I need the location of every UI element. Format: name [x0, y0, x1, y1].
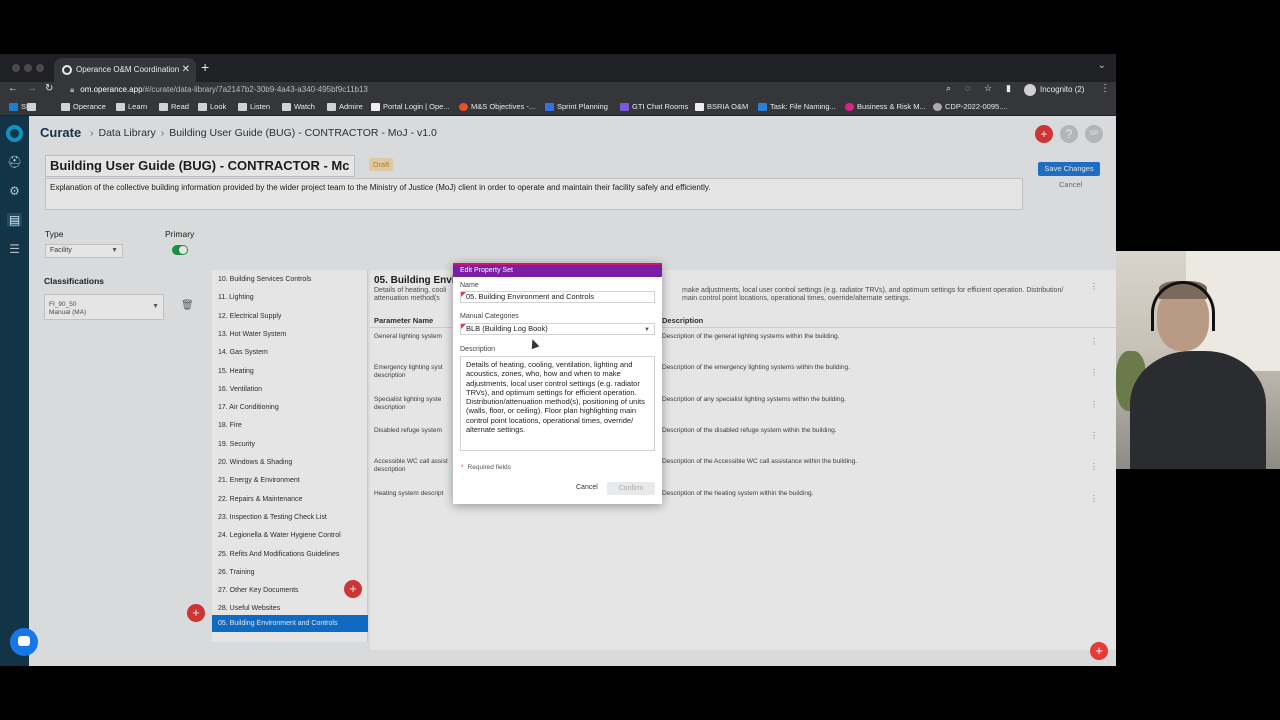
- back-icon[interactable]: ←: [8, 83, 18, 94]
- description-textarea[interactable]: Details of heating, cooling, ventilation…: [460, 356, 655, 451]
- globe-icon: [933, 103, 942, 111]
- folder-icon: [238, 103, 247, 111]
- bookmarks-bar: SP SP Operance Learn Read Look Listen Wa…: [0, 98, 1116, 116]
- bookmark-item[interactable]: Watch: [282, 98, 315, 116]
- bookmark-item[interactable]: BSRIA O&M: [695, 98, 748, 116]
- webcam-feed: [1116, 251, 1280, 469]
- window-close-dot[interactable]: [12, 64, 20, 72]
- window-zoom-dot[interactable]: [36, 64, 44, 72]
- url-field[interactable]: 🔒︎ om.operance.app/#/curate/data-library/…: [62, 82, 942, 98]
- folder-icon: [198, 103, 207, 111]
- url-path: /#/curate/data-library/7a2147b2-30b9-4a4…: [142, 85, 368, 94]
- operance-favicon-icon: [62, 65, 72, 75]
- name-label: Name: [460, 282, 479, 289]
- incognito-badge[interactable]: Incognito (2): [1024, 82, 1084, 98]
- required-note: * Required fields: [461, 464, 511, 471]
- business-risk-icon: [845, 103, 854, 111]
- bookmark-item[interactable]: Admire: [327, 98, 363, 116]
- chat-rooms-icon: [620, 103, 629, 111]
- bookmark-item[interactable]: Learn: [116, 98, 147, 116]
- bookmark-item[interactable]: Task: File Naming...: [758, 98, 836, 116]
- url-host: om.operance.app: [80, 85, 143, 94]
- folder-icon: [116, 103, 125, 111]
- incognito-label: Incognito (2): [1040, 85, 1085, 94]
- bookmark-item[interactable]: Look: [198, 98, 226, 116]
- folder-icon: [327, 103, 336, 111]
- folder-icon: [27, 103, 36, 111]
- screen: Operance O&M Coordination ✕ + ⌄ ← → ↻ 🔒︎…: [0, 0, 1280, 720]
- bookmark-item[interactable]: GTI Chat Rooms: [620, 98, 688, 116]
- bookmark-item[interactable]: SP: [27, 98, 39, 116]
- side-panel-icon[interactable]: ▮: [1006, 83, 1011, 94]
- window-minimize-dot[interactable]: [24, 64, 32, 72]
- manual-categories-label: Manual Categories: [460, 313, 519, 320]
- bookmark-item[interactable]: M&S Objectives -...: [459, 98, 535, 116]
- zoom-icon[interactable]: ⌕: [946, 83, 951, 94]
- bsria-icon: [695, 103, 704, 111]
- bookmark-item[interactable]: CDP-2022-0095....: [933, 98, 1008, 116]
- add-parameter-button[interactable]: +: [1090, 642, 1108, 660]
- caret-down-icon: ▼: [644, 327, 650, 333]
- forward-icon[interactable]: →: [27, 83, 37, 94]
- bookmark-star-icon[interactable]: ☆: [984, 83, 992, 94]
- tab-search-icon[interactable]: ⌄: [1098, 60, 1106, 71]
- manual-categories-select[interactable]: BLB (Building Log Book) ▼: [460, 323, 655, 335]
- address-bar: ← → ↻ 🔒︎ om.operance.app/#/curate/data-li…: [0, 82, 1116, 98]
- tab-strip: Operance O&M Coordination ✕ + ⌄: [0, 54, 1116, 82]
- star-badge-icon: [459, 103, 468, 111]
- bookmark-item[interactable]: Sprint Planning: [545, 98, 608, 116]
- browser-tab[interactable]: Operance O&M Coordination ✕: [54, 58, 196, 82]
- folder-icon: [159, 103, 168, 111]
- lock-icon: 🔒︎: [70, 85, 75, 94]
- incognito-icon: [1024, 84, 1036, 96]
- edit-property-set-dialog: Edit Property Set Name 05. Building Envi…: [453, 263, 662, 504]
- bookmark-item[interactable]: Listen: [238, 98, 270, 116]
- dialog-title: Edit Property Set: [453, 263, 662, 277]
- task-icon: [758, 103, 767, 111]
- eye-off-icon[interactable]: ◌: [965, 83, 970, 93]
- cancel-button[interactable]: Cancel: [576, 484, 598, 491]
- bookmark-item[interactable]: Operance: [61, 98, 106, 116]
- tab-close-icon[interactable]: ✕: [182, 58, 190, 82]
- jira-icon: [545, 103, 554, 111]
- folder-icon: [61, 103, 70, 111]
- portal-icon: [371, 103, 380, 111]
- bookmark-item[interactable]: Portal Login | Ope...: [371, 98, 450, 116]
- browser-window: Operance O&M Coordination ✕ + ⌄ ← → ↻ 🔒︎…: [0, 54, 1116, 666]
- webcam-person-body: [1130, 351, 1266, 469]
- manual-categories-value: BLB (Building Log Book): [466, 324, 548, 333]
- folder-icon: [9, 103, 18, 111]
- chat-icon[interactable]: [10, 628, 38, 656]
- name-input[interactable]: 05. Building Environment and Controls: [460, 291, 655, 303]
- bookmark-item[interactable]: Business & Risk M...: [845, 98, 926, 116]
- confirm-button[interactable]: Confirm: [607, 482, 655, 495]
- description-label: Description: [460, 346, 496, 353]
- tab-title: Operance O&M Coordination: [76, 65, 180, 74]
- bookmark-item[interactable]: Read: [159, 98, 189, 116]
- asterisk-icon: *: [461, 464, 464, 471]
- new-tab-icon[interactable]: +: [201, 59, 209, 75]
- browser-menu-icon[interactable]: ⋮: [1100, 83, 1110, 94]
- reload-icon[interactable]: ↻: [45, 83, 53, 94]
- folder-icon: [282, 103, 291, 111]
